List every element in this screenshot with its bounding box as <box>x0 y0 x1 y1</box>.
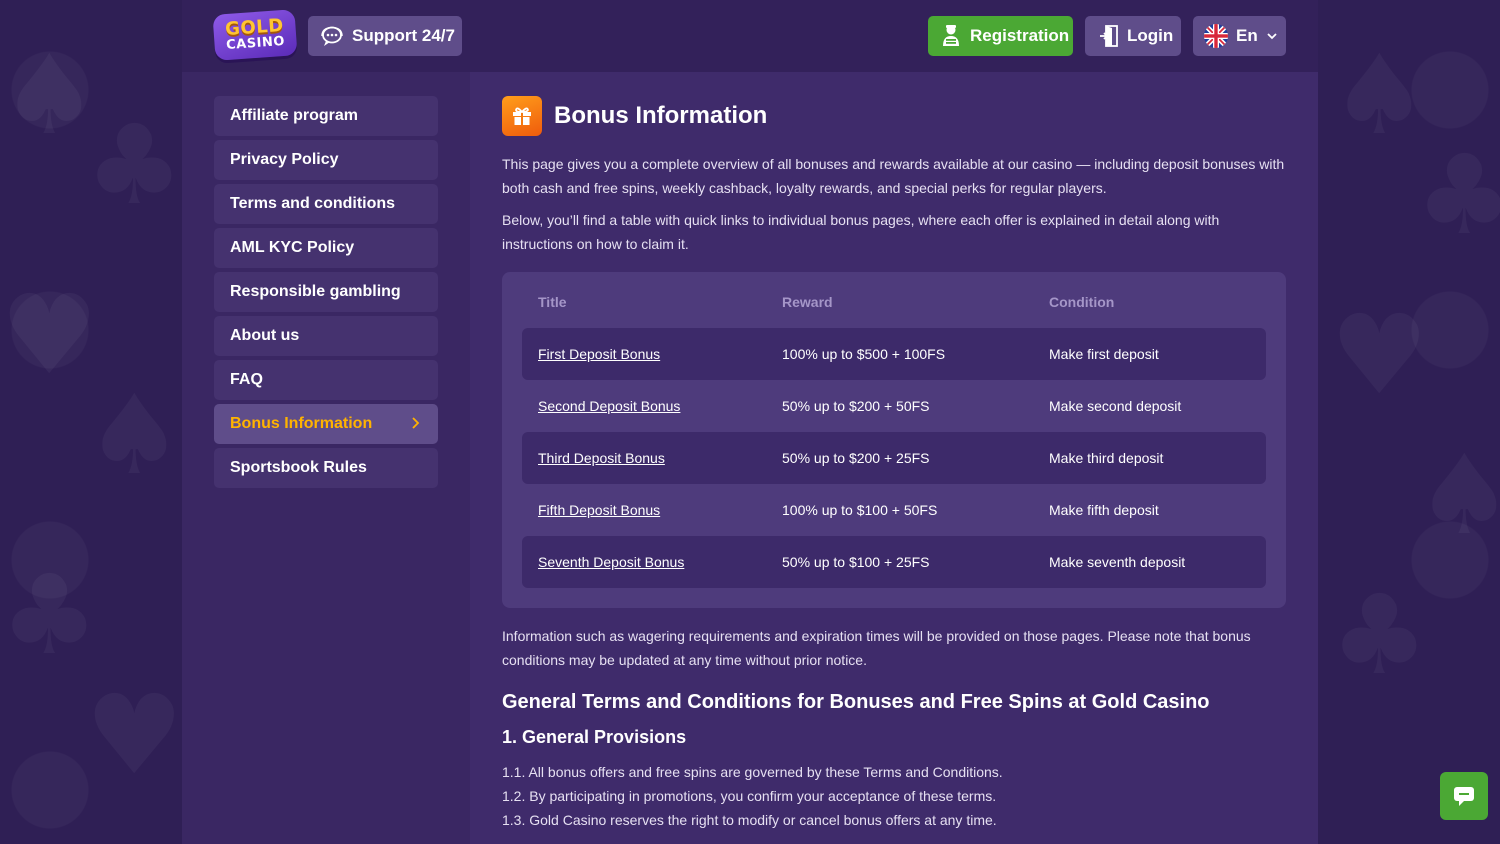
sidebar-item-responsible-gambling[interactable]: Responsible gambling <box>214 272 438 312</box>
bonus-reward: 50% up to $100 + 25FS <box>782 554 930 570</box>
sidebar-item-sportsbook-rules[interactable]: Sportsbook Rules <box>214 448 438 488</box>
bonus-condition: Make first deposit <box>1049 346 1159 362</box>
sidebar-item-label: Bonus Information <box>230 415 373 432</box>
bg-suit-heart-right: ♥ <box>1330 300 1429 410</box>
registration-button[interactable]: Registration <box>928 16 1073 56</box>
sidebar-item-label: Responsible gambling <box>230 283 401 300</box>
sidebar-item-label: About us <box>230 327 300 344</box>
bonus-condition: Make third deposit <box>1049 450 1164 466</box>
gold-casino-logo[interactable]: GOLD CASINO <box>212 9 298 61</box>
bonus-link[interactable]: Second Deposit Bonus <box>538 396 680 416</box>
sidebar-item-label: Privacy Policy <box>230 151 339 168</box>
bg-suit-club-left: ♣ <box>85 110 184 220</box>
bonus-reward: 100% up to $500 + 100FS <box>782 346 946 362</box>
main-content: Bonus Information This page gives you a … <box>470 72 1318 844</box>
section-heading: 1. General Provisions <box>502 727 687 747</box>
bg-suit-club-right: ♣ <box>1415 140 1500 250</box>
bg-suit-spade-right-2: ♠ <box>1415 440 1500 550</box>
sidebar-item-label: Sportsbook Rules <box>230 459 367 476</box>
sidebar-item-affiliate-program[interactable]: Affiliate program <box>214 96 438 136</box>
bonus-link[interactable]: Third Deposit Bonus <box>538 448 665 468</box>
sidebar-item-terms-and-conditions[interactable]: Terms and conditions <box>214 184 438 224</box>
language-selector[interactable]: En <box>1193 16 1286 56</box>
login-label: Login <box>1127 26 1174 45</box>
table-header-condition: Condition <box>1049 294 1115 310</box>
page-container: GOLD CASINO Support 24/7 Registration Lo… <box>182 0 1318 844</box>
bonus-table: Title Reward Condition First Deposit Bon… <box>502 272 1286 608</box>
table-row: Second Deposit Bonus 50% up to $200 + 50… <box>522 380 1266 432</box>
support-chat-icon <box>321 26 343 46</box>
table-header-reward: Reward <box>782 294 833 310</box>
bg-suit-club-right-2: ♣ <box>1330 580 1429 690</box>
bonus-reward: 50% up to $200 + 25FS <box>782 450 930 466</box>
bonus-link[interactable]: Seventh Deposit Bonus <box>538 552 684 572</box>
live-chat-button[interactable] <box>1440 772 1488 820</box>
gift-icon-badge <box>502 96 542 136</box>
chat-bubble-icon <box>1454 787 1474 806</box>
term-item: 1.2. By participating in promotions, you… <box>502 788 997 804</box>
logo-word-casino: CASINO <box>225 33 286 54</box>
bg-suit-heart-left-2: ♥ <box>85 680 184 790</box>
login-button[interactable]: Login <box>1085 16 1181 56</box>
chevron-down-icon <box>1267 33 1277 40</box>
terms-heading: General Terms and Conditions for Bonuses… <box>502 691 1210 713</box>
gift-icon <box>513 107 531 125</box>
term-item: 1.1. All bonus offers and free spins are… <box>502 764 1003 780</box>
top-header: GOLD CASINO Support 24/7 Registration Lo… <box>182 0 1318 72</box>
sidebar-item-aml-kyc-policy[interactable]: AML KYC Policy <box>214 228 438 268</box>
bg-suit-spade-left: ♠ <box>0 40 99 150</box>
table-row: First Deposit Bonus 100% up to $500 + 10… <box>522 328 1266 380</box>
bonus-condition: Make second deposit <box>1049 398 1182 414</box>
table-row: Seventh Deposit Bonus 50% up to $100 + 2… <box>522 536 1266 588</box>
table-row: Fifth Deposit Bonus 100% up to $100 + 50… <box>522 484 1266 536</box>
term-item: 1.3. Gold Casino reserves the right to m… <box>502 812 997 828</box>
support-button[interactable]: Support 24/7 <box>308 16 462 56</box>
registration-label: Registration <box>970 26 1070 45</box>
intro-paragraph-2: Below, you’ll find a table with quick li… <box>502 212 1220 252</box>
sidebar-item-privacy-policy[interactable]: Privacy Policy <box>214 140 438 180</box>
intro-paragraph-1: This page gives you a complete overview … <box>502 156 1285 196</box>
bonus-link[interactable]: First Deposit Bonus <box>538 344 660 364</box>
sidebar-nav: Affiliate program Privacy Policy Terms a… <box>182 72 470 844</box>
bonus-condition: Make seventh deposit <box>1049 554 1186 570</box>
info-note: Information such as wagering requirement… <box>502 628 1251 668</box>
login-door-icon <box>1100 25 1118 47</box>
table-header-title: Title <box>538 294 567 310</box>
bonus-link[interactable]: Fifth Deposit Bonus <box>538 500 660 520</box>
sidebar-item-label: AML KYC Policy <box>230 239 355 256</box>
support-label: Support 24/7 <box>352 26 455 45</box>
uk-flag-icon <box>1204 24 1228 48</box>
sidebar-item-about-us[interactable]: About us <box>214 316 438 356</box>
language-label: En <box>1236 26 1258 45</box>
page-title: Bonus Information <box>554 102 768 129</box>
sidebar-item-label: FAQ <box>230 371 263 388</box>
registration-user-icon <box>943 25 959 46</box>
sidebar-item-faq[interactable]: FAQ <box>214 360 438 400</box>
table-row: Third Deposit Bonus 50% up to $200 + 25F… <box>522 432 1266 484</box>
bg-suit-spade-right: ♠ <box>1330 40 1429 150</box>
bonus-condition: Make fifth deposit <box>1049 502 1159 518</box>
sidebar-item-label: Terms and conditions <box>230 195 396 212</box>
chevron-right-icon <box>412 417 420 429</box>
bonus-reward: 50% up to $200 + 50FS <box>782 398 930 414</box>
bg-suit-heart-left: ♥ <box>0 280 99 390</box>
bonus-reward: 100% up to $100 + 50FS <box>782 502 938 518</box>
bg-suit-spade-left-2: ♠ <box>85 380 184 490</box>
sidebar-item-label: Affiliate program <box>230 107 359 124</box>
bg-suit-club-left-2: ♣ <box>0 560 99 670</box>
sidebar-item-bonus-information[interactable]: Bonus Information <box>214 404 438 444</box>
